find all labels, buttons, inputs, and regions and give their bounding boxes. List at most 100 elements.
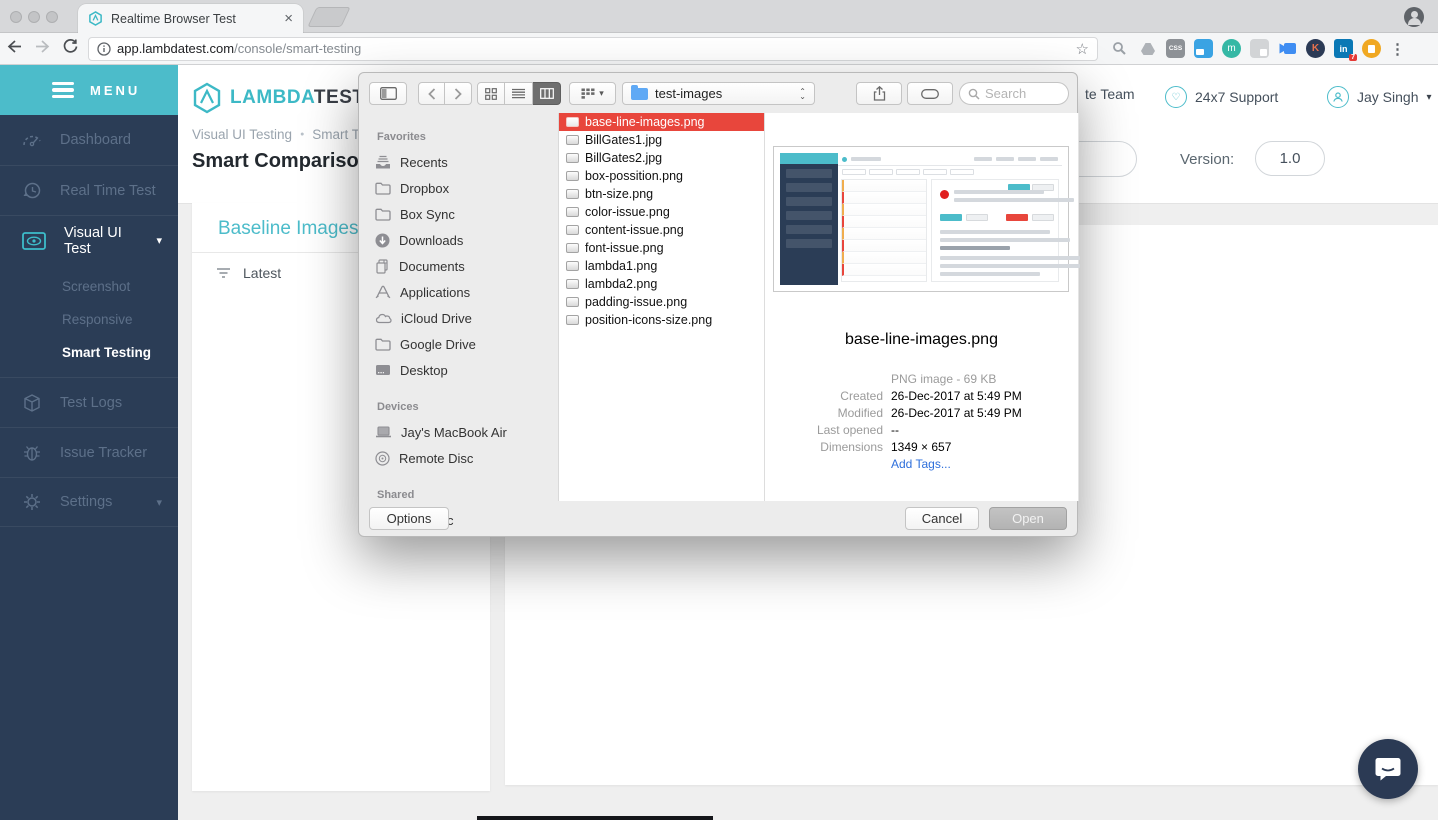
sidebar-item-responsive[interactable]: Responsive bbox=[0, 303, 178, 336]
group-by-button[interactable]: ▾ bbox=[569, 82, 616, 105]
sidebar-item-settings[interactable]: Settings ▾ bbox=[0, 477, 178, 527]
sidebar-item-documents[interactable]: Documents bbox=[375, 253, 558, 279]
file-open-dialog: ▾ test-images ⌃⌄ Favorites Recents Dropb… bbox=[358, 72, 1078, 537]
search-extension-icon[interactable] bbox=[1110, 39, 1129, 58]
folder-icon bbox=[375, 208, 391, 221]
sidebar-item-applications[interactable]: Applications bbox=[375, 279, 558, 305]
file-name: box-possition.png bbox=[585, 169, 683, 183]
window-zoom-button[interactable] bbox=[46, 11, 58, 23]
browser-menu-icon[interactable]: ⋮ bbox=[1390, 40, 1405, 58]
k-extension-icon[interactable]: K bbox=[1306, 39, 1325, 58]
page-info-icon[interactable] bbox=[97, 42, 111, 56]
file-row[interactable]: box-possition.png bbox=[559, 167, 764, 185]
back-icon[interactable] bbox=[0, 39, 28, 59]
file-row[interactable]: font-issue.png bbox=[559, 239, 764, 257]
sidebar-item-smart-testing[interactable]: Smart Testing bbox=[0, 336, 178, 369]
sidebar-item-real-time-test[interactable]: Real Time Test bbox=[0, 165, 178, 215]
refresh-icon[interactable] bbox=[56, 38, 84, 60]
cancel-button[interactable]: Cancel bbox=[905, 507, 979, 530]
sidebar-item-dropbox[interactable]: Dropbox bbox=[375, 175, 558, 201]
gray-extension-icon[interactable] bbox=[1250, 39, 1269, 58]
forward-button[interactable] bbox=[445, 82, 472, 105]
sidebar-item-macbook[interactable]: Jay's MacBook Air bbox=[375, 419, 558, 445]
forward-icon[interactable] bbox=[28, 39, 56, 59]
version-value[interactable]: 1.0 bbox=[1255, 141, 1325, 176]
url-bar[interactable]: app.lambdatest.com/console/smart-testing… bbox=[88, 37, 1098, 61]
orange-extension-icon[interactable] bbox=[1362, 39, 1381, 58]
sidebar-toggle-button[interactable] bbox=[369, 82, 407, 105]
list-view-button[interactable] bbox=[505, 82, 533, 105]
sidebar-item-recents[interactable]: Recents bbox=[375, 149, 558, 175]
add-tags-link[interactable]: Add Tags... bbox=[891, 456, 951, 473]
hamburger-icon[interactable] bbox=[52, 79, 74, 102]
invite-team-link[interactable]: te Team bbox=[1085, 86, 1135, 102]
file-row[interactable]: position-icons-size.png bbox=[559, 311, 764, 329]
menu-header[interactable]: MENU bbox=[0, 65, 178, 115]
search-input[interactable] bbox=[985, 86, 1057, 101]
breadcrumb: Visual UI Testing ● Smart Tes bbox=[192, 127, 373, 142]
finder-sidebar: Favorites Recents Dropbox Box Sync Downl… bbox=[359, 113, 559, 501]
sidebar-item-screenshot[interactable]: Screenshot bbox=[0, 270, 178, 303]
linkedin-extension-icon[interactable]: in7 bbox=[1334, 39, 1353, 58]
new-tab-button[interactable] bbox=[307, 7, 350, 27]
sidebar-item-downloads[interactable]: Downloads bbox=[375, 227, 558, 253]
tab-close-icon[interactable]: × bbox=[284, 11, 293, 26]
sidebar-item-label: Responsive bbox=[62, 312, 133, 327]
file-row[interactable]: lambda2.png bbox=[559, 275, 764, 293]
sidebar-item-label: Dashboard bbox=[60, 132, 131, 148]
support-link[interactable]: ♡ 24x7 Support bbox=[1165, 86, 1278, 108]
sidebar-item-desktop[interactable]: Desktop bbox=[375, 357, 558, 383]
file-row[interactable]: content-issue.png bbox=[559, 221, 764, 239]
search-field[interactable] bbox=[959, 82, 1069, 105]
sidebar-item-box-sync[interactable]: Box Sync bbox=[375, 201, 558, 227]
sidebar-item-icloud-drive[interactable]: iCloud Drive bbox=[375, 305, 558, 331]
camera-extension-icon[interactable] bbox=[1278, 39, 1297, 58]
browser-tab[interactable]: Realtime Browser Test × bbox=[78, 4, 303, 33]
column-view-button[interactable] bbox=[533, 82, 561, 105]
lambdatest-logo-icon bbox=[192, 82, 222, 114]
folder-dropdown[interactable]: test-images ⌃⌄ bbox=[622, 82, 815, 105]
user-name: Jay Singh bbox=[1357, 89, 1418, 105]
image-file-icon bbox=[566, 171, 579, 181]
tags-button[interactable] bbox=[907, 82, 953, 105]
back-button[interactable] bbox=[418, 82, 445, 105]
window-extension-icon[interactable] bbox=[1194, 39, 1213, 58]
window-close-button[interactable] bbox=[10, 11, 22, 23]
sidebar-item-google-drive[interactable]: Google Drive bbox=[375, 331, 558, 357]
sidebar-item-label: Real Time Test bbox=[60, 183, 156, 199]
chat-widget-button[interactable] bbox=[1358, 739, 1418, 799]
file-row[interactable]: btn-size.png bbox=[559, 185, 764, 203]
sidebar-item-remote-disc[interactable]: Remote Disc bbox=[375, 445, 558, 471]
logo-text-lambda: LAMBDA bbox=[230, 87, 314, 108]
css-extension-icon[interactable]: CSS bbox=[1166, 39, 1185, 58]
sidebar-item-label: Applications bbox=[400, 285, 470, 300]
window-minimize-button[interactable] bbox=[28, 11, 40, 23]
lambdatest-logo[interactable]: LAMBDATEST bbox=[192, 82, 364, 114]
file-row[interactable]: padding-issue.png bbox=[559, 293, 764, 311]
options-button[interactable]: Options bbox=[369, 507, 449, 530]
image-file-icon bbox=[566, 243, 579, 253]
bookmark-star-icon[interactable]: ☆ bbox=[1076, 40, 1089, 58]
file-row[interactable]: BillGates2.jpg bbox=[559, 149, 764, 167]
breadcrumb-item[interactable]: Visual UI Testing bbox=[192, 127, 292, 142]
m-extension-icon[interactable]: m bbox=[1222, 39, 1241, 58]
icon-view-button[interactable] bbox=[477, 82, 505, 105]
image-file-icon bbox=[566, 315, 579, 325]
desktop-icon bbox=[375, 364, 391, 376]
file-row[interactable]: base-line-images.png bbox=[559, 113, 764, 131]
sidebar-item-issue-tracker[interactable]: Issue Tracker bbox=[0, 427, 178, 477]
browser-profile-icon[interactable] bbox=[1404, 7, 1424, 27]
file-row[interactable]: BillGates1.jpg bbox=[559, 131, 764, 149]
sidebar-item-dashboard[interactable]: Dashboard bbox=[0, 115, 178, 165]
file-row[interactable]: color-issue.png bbox=[559, 203, 764, 221]
gear-icon bbox=[22, 492, 42, 512]
user-menu[interactable]: Jay Singh ▾ bbox=[1327, 86, 1432, 108]
sidebar-item-visual-ui-test[interactable]: Visual UI Test ▾ bbox=[0, 215, 178, 265]
sidebar-item-test-logs[interactable]: Test Logs bbox=[0, 377, 178, 427]
open-button[interactable]: Open bbox=[989, 507, 1067, 530]
drive-extension-icon[interactable] bbox=[1138, 39, 1157, 58]
sidebar-item-label: Dropbox bbox=[400, 181, 449, 196]
share-button[interactable] bbox=[856, 82, 902, 105]
dimensions-value: 1349 × 657 bbox=[891, 439, 951, 456]
file-row[interactable]: lambda1.png bbox=[559, 257, 764, 275]
